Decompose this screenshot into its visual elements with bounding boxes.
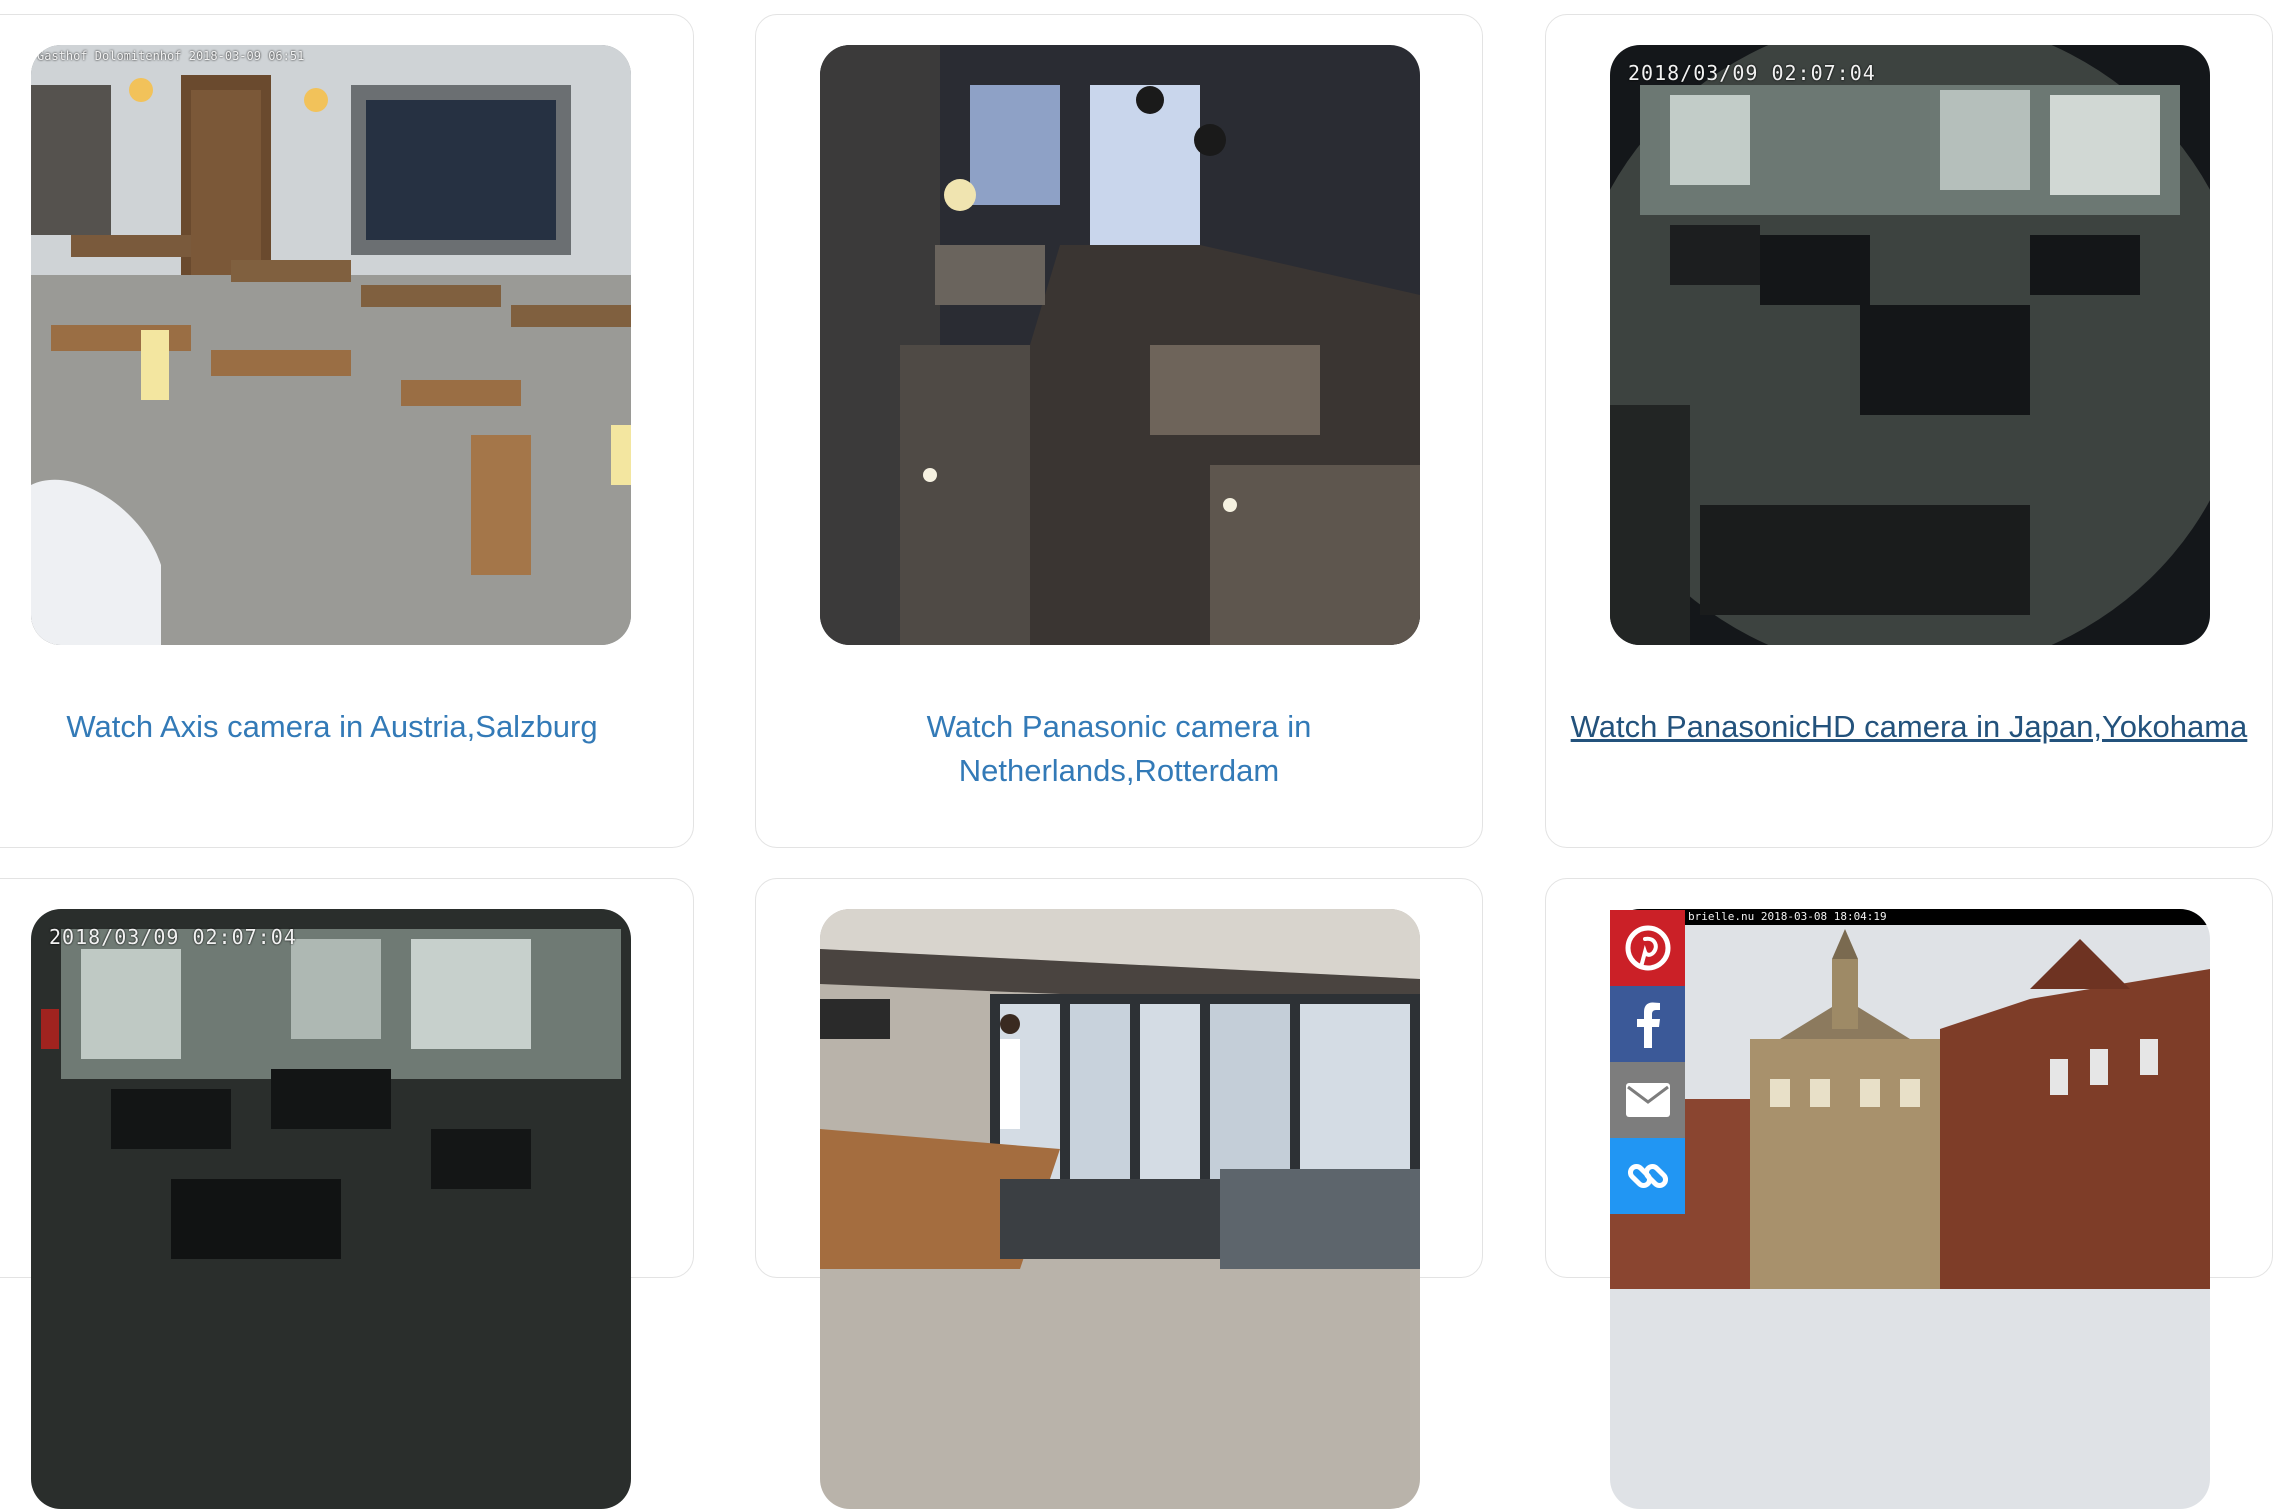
camera-card-5 [755,878,1483,1509]
camera-thumbnail[interactable] [820,45,1420,645]
camera-timestamp: brielle.nu 2018-03-08 18:04:19 [1688,910,1887,923]
camera-snapshot-image [820,45,1420,645]
camera-snapshot-image [31,45,631,645]
camera-link-salzburg[interactable]: Watch Axis camera in Austria,Salzburg [0,705,673,749]
copy-link-share-button[interactable] [1610,1138,1685,1214]
camera-link-yokohama[interactable]: Watch PanasonicHD camera in Japan,Yokoha… [1566,705,2252,749]
camera-thumbnail[interactable]: brielle.nu 2018-03-08 18:04:19 [1610,909,2210,1509]
camera-timestamp: 2018/03/09 02:07:04 [1628,61,1876,85]
camera-card-salzburg: Gasthof Dolomitenhof 2018-03-09 06:51 Wa… [0,14,694,848]
camera-snapshot-image [820,909,1420,1509]
facebook-icon [1636,1002,1660,1048]
email-share-button[interactable] [1610,1062,1685,1138]
camera-card-4: 2018/03/09 02:07:04 [0,878,694,1509]
camera-timestamp: 2018/03/09 02:07:04 [49,925,297,949]
camera-card-yokohama: 2018/03/09 02:07:04 Watch PanasonicHD ca… [1545,14,2273,848]
camera-snapshot-image [31,909,631,1509]
link-icon [1627,1163,1668,1189]
pinterest-icon [1625,925,1670,971]
camera-thumbnail[interactable]: Gasthof Dolomitenhof 2018-03-09 06:51 [31,45,631,645]
camera-link-rotterdam[interactable]: Watch Panasonic camera in Netherlands,Ro… [776,705,1462,793]
camera-snapshot-image [1610,45,2210,645]
share-bar [1610,910,1685,1214]
email-icon [1625,1083,1670,1117]
camera-timestamp: Gasthof Dolomitenhof 2018-03-09 06:51 [37,49,305,63]
camera-thumbnail[interactable]: 2018/03/09 02:07:04 [31,909,631,1509]
facebook-share-button[interactable] [1610,986,1685,1062]
pinterest-share-button[interactable] [1610,910,1685,986]
camera-card-rotterdam: Watch Panasonic camera in Netherlands,Ro… [755,14,1483,848]
camera-snapshot-image [1610,909,2210,1509]
camera-thumbnail[interactable]: 2018/03/09 02:07:04 [1610,45,2210,645]
camera-thumbnail[interactable] [820,909,1420,1509]
